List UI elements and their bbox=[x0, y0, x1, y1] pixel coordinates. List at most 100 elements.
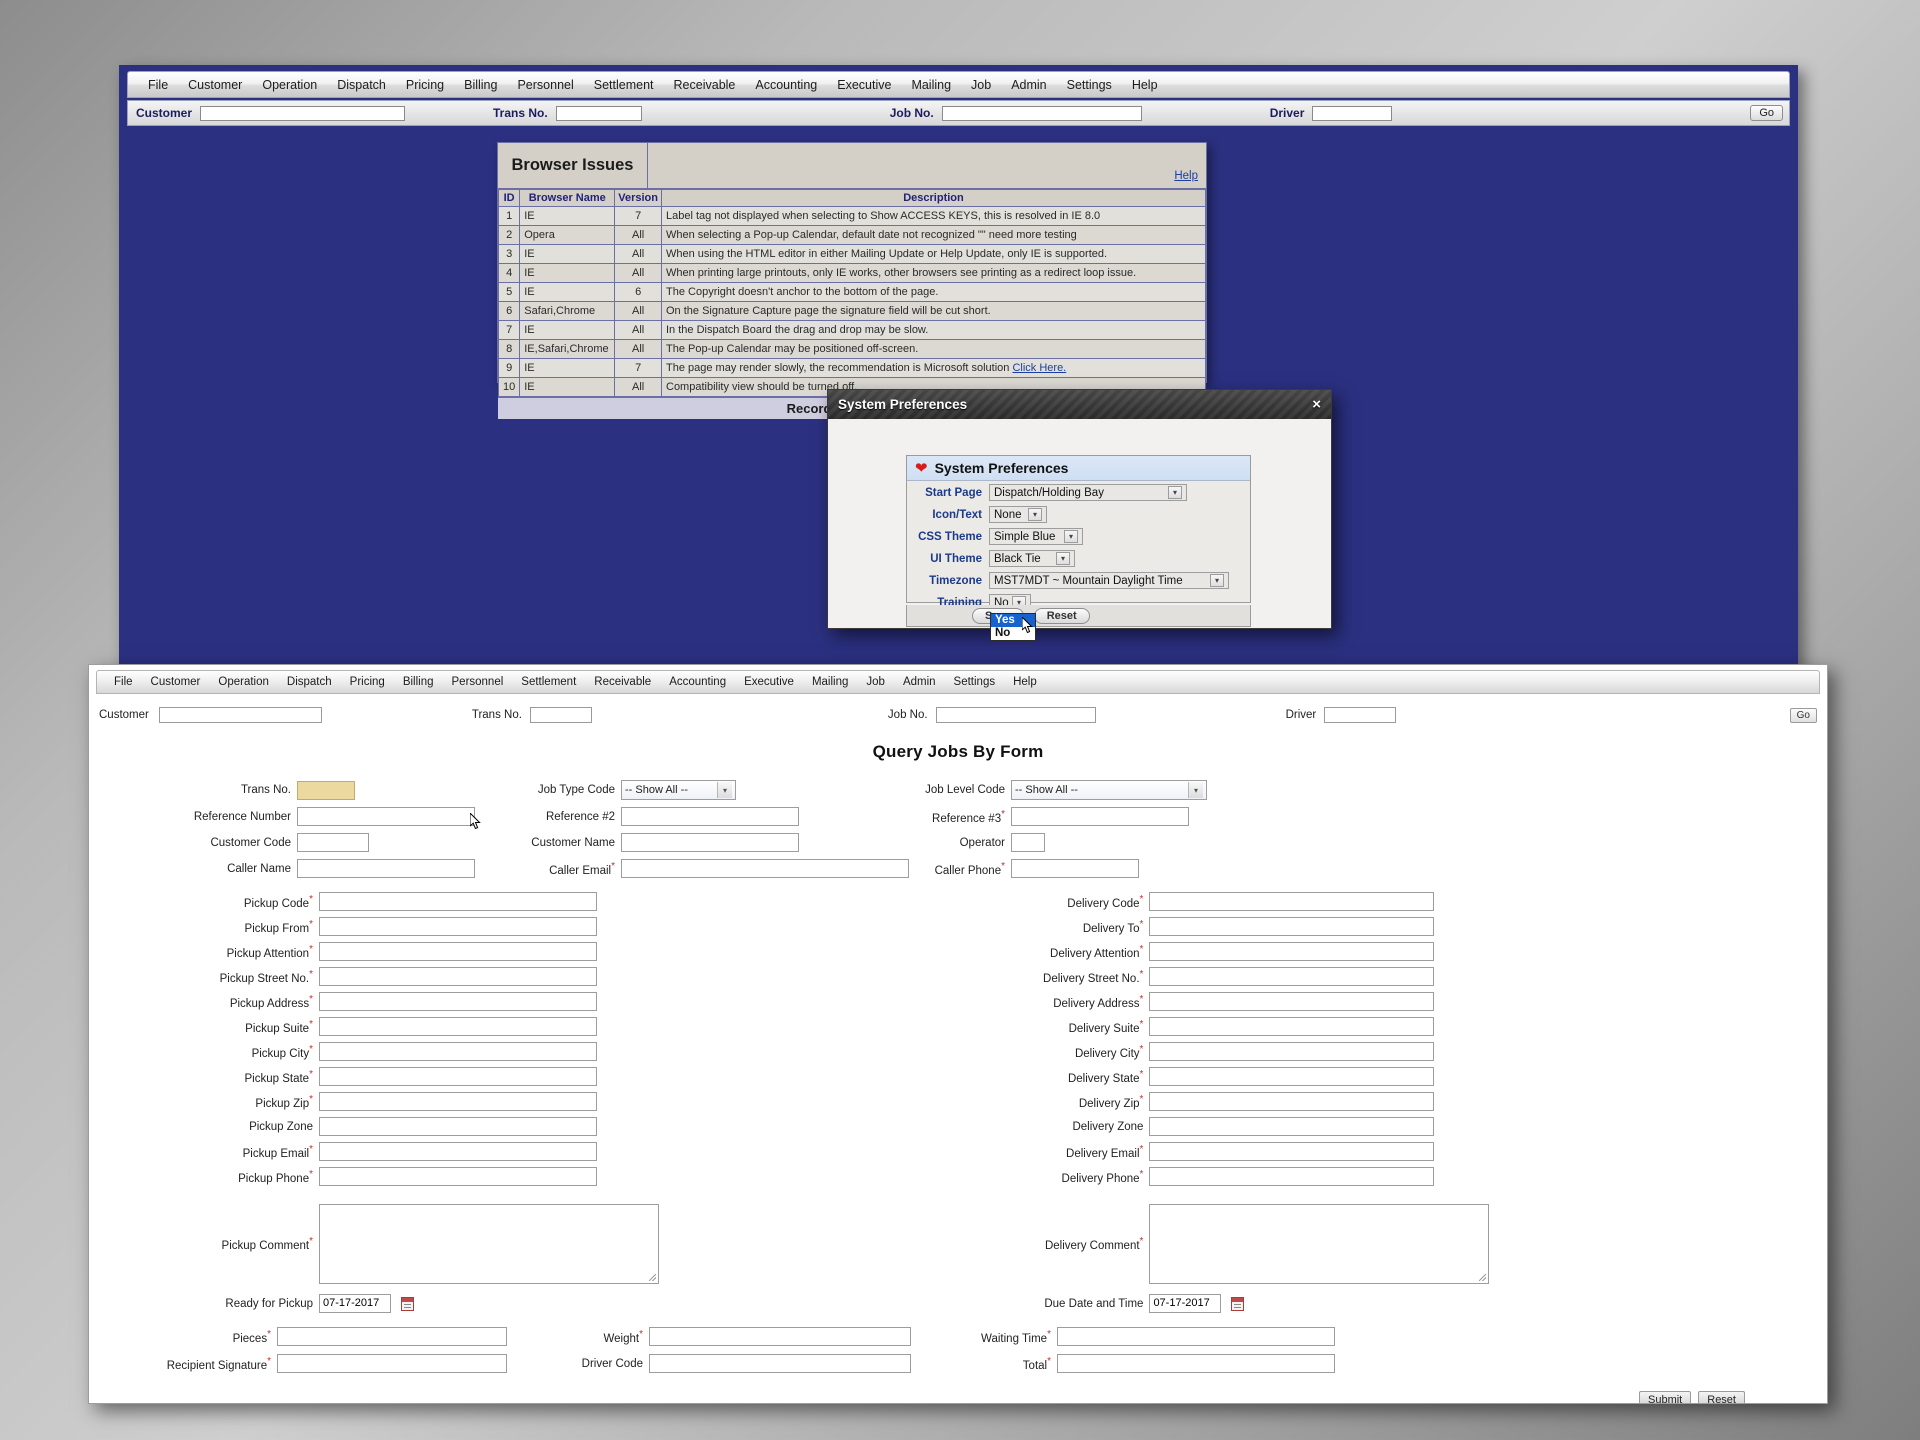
front-quick-search-toolbar[interactable]: Customer Trans No. Job No. Driver Go bbox=[89, 702, 1827, 728]
menu-item-personnel[interactable]: Personnel bbox=[507, 75, 583, 95]
input-trans-no[interactable] bbox=[297, 780, 355, 800]
input-pickup-code[interactable] bbox=[319, 892, 597, 911]
menu-item-file[interactable]: File bbox=[105, 674, 142, 690]
input-operator[interactable] bbox=[1011, 833, 1045, 852]
input-delivery-to[interactable] bbox=[1149, 917, 1435, 936]
menu-item-mailing[interactable]: Mailing bbox=[901, 75, 961, 95]
calendar-icon[interactable] bbox=[401, 1296, 414, 1311]
driver-input[interactable] bbox=[1312, 105, 1393, 121]
trans-no-input[interactable] bbox=[555, 105, 642, 121]
training-option-no[interactable]: No bbox=[991, 627, 1035, 640]
input-delivery-zip[interactable] bbox=[1149, 1092, 1435, 1111]
input-pickup-zone[interactable] bbox=[319, 1117, 597, 1136]
input-caller-email[interactable] bbox=[621, 859, 909, 878]
menu-item-receivable[interactable]: Receivable bbox=[664, 75, 746, 95]
input-reference-number[interactable] bbox=[297, 807, 475, 826]
menu-item-operation[interactable]: Operation bbox=[209, 674, 278, 690]
input-reference-3[interactable] bbox=[1011, 807, 1189, 826]
menu-item-help[interactable]: Help bbox=[1122, 75, 1168, 95]
chevron-down-icon[interactable]: ▾ bbox=[1056, 552, 1070, 565]
menu-item-operation[interactable]: Operation bbox=[252, 75, 327, 95]
front-trans-no-input[interactable] bbox=[529, 707, 592, 723]
menu-item-billing[interactable]: Billing bbox=[454, 75, 507, 95]
front-go-button[interactable]: Go bbox=[1789, 707, 1817, 723]
input-delivery-suite[interactable] bbox=[1149, 1017, 1435, 1036]
pref-select-start-page[interactable]: Dispatch/Holding Bay ▾ bbox=[989, 484, 1187, 501]
input-delivery-code[interactable] bbox=[1149, 892, 1435, 911]
input-pickup-attention[interactable] bbox=[319, 942, 597, 961]
table-row[interactable]: 7 IE All In the Dispatch Board the drag and… bbox=[497, 320, 1206, 340]
reset-button[interactable]: Reset bbox=[1033, 607, 1090, 624]
menu-item-mailing[interactable]: Mailing bbox=[803, 674, 857, 690]
input-recipient-signature[interactable] bbox=[277, 1354, 507, 1373]
input-waiting-time[interactable] bbox=[1057, 1327, 1335, 1346]
chevron-down-icon[interactable]: ▾ bbox=[1188, 782, 1203, 798]
input-pickup-phone[interactable] bbox=[319, 1167, 597, 1186]
menu-item-executive[interactable]: Executive bbox=[827, 75, 901, 95]
input-caller-name[interactable] bbox=[297, 859, 475, 878]
chevron-down-icon[interactable]: ▾ bbox=[717, 782, 732, 798]
menu-item-receivable[interactable]: Receivable bbox=[585, 674, 660, 690]
input-reference-2[interactable] bbox=[621, 807, 799, 826]
input-delivery-state[interactable] bbox=[1149, 1067, 1435, 1086]
input-pickup-from[interactable] bbox=[319, 917, 597, 936]
menu-item-pricing[interactable]: Pricing bbox=[341, 674, 394, 690]
textarea-delivery-comment[interactable] bbox=[1149, 1204, 1490, 1284]
input-delivery-email[interactable] bbox=[1149, 1142, 1435, 1161]
menu-item-executive[interactable]: Executive bbox=[735, 674, 803, 690]
table-row[interactable]: 8 IE,Safari,Chrome All The Pop-up Calendar … bbox=[497, 339, 1206, 359]
training-dropdown-list[interactable]: Yes No bbox=[990, 613, 1036, 641]
select-job-level-code[interactable]: -- Show All -- ▾ bbox=[1011, 780, 1207, 800]
front-job-no-input[interactable] bbox=[935, 707, 1096, 723]
menu-item-pricing[interactable]: Pricing bbox=[396, 75, 454, 95]
reset-button-front[interactable]: Reset bbox=[1698, 1391, 1745, 1403]
input-delivery-street-no[interactable] bbox=[1149, 967, 1435, 986]
table-row[interactable]: 6 Safari,Chrome All On the Signature Captur… bbox=[497, 301, 1206, 321]
input-weight[interactable] bbox=[649, 1327, 911, 1346]
pref-select-timezone[interactable]: MST7MDT ~ Mountain Daylight Time ▾ bbox=[989, 572, 1229, 589]
training-option-yes[interactable]: Yes bbox=[991, 614, 1035, 627]
chevron-down-icon[interactable]: ▾ bbox=[1168, 486, 1182, 499]
input-customer-name[interactable] bbox=[621, 833, 799, 852]
menu-item-job[interactable]: Job bbox=[857, 674, 894, 690]
input-pickup-suite[interactable] bbox=[319, 1017, 597, 1036]
menu-item-accounting[interactable]: Accounting bbox=[745, 75, 827, 95]
input-pieces[interactable] bbox=[277, 1327, 507, 1346]
menu-item-accounting[interactable]: Accounting bbox=[660, 674, 735, 690]
click-here-link[interactable]: Click Here. bbox=[1012, 362, 1066, 374]
front-menubar[interactable]: File Customer Operation Dispatch Pricing Bill… bbox=[96, 670, 1820, 694]
input-pickup-state[interactable] bbox=[319, 1067, 597, 1086]
input-pickup-address[interactable] bbox=[319, 992, 597, 1011]
input-pickup-street-no[interactable] bbox=[319, 967, 597, 986]
menu-item-admin[interactable]: Admin bbox=[894, 674, 945, 690]
menu-item-dispatch[interactable]: Dispatch bbox=[327, 75, 396, 95]
menu-item-customer[interactable]: Customer bbox=[178, 75, 252, 95]
input-delivery-address[interactable] bbox=[1149, 992, 1435, 1011]
input-due-date-and-time[interactable]: 07-17-2017 bbox=[1149, 1294, 1222, 1313]
submit-button[interactable]: Submit bbox=[1639, 1391, 1692, 1403]
menu-item-settlement[interactable]: Settlement bbox=[512, 674, 585, 690]
menu-item-billing[interactable]: Billing bbox=[394, 674, 443, 690]
input-pickup-email[interactable] bbox=[319, 1142, 597, 1161]
table-row[interactable]: 2 Opera All When selecting a Pop-up Calenda… bbox=[497, 225, 1206, 245]
menu-item-settlement[interactable]: Settlement bbox=[584, 75, 664, 95]
input-pickup-zip[interactable] bbox=[319, 1092, 597, 1111]
input-driver-code[interactable] bbox=[649, 1354, 911, 1373]
close-icon[interactable]: × bbox=[1312, 397, 1321, 412]
front-driver-input[interactable] bbox=[1324, 707, 1397, 723]
help-link[interactable]: Help bbox=[1174, 170, 1198, 182]
input-total[interactable] bbox=[1057, 1354, 1335, 1373]
quick-search-toolbar[interactable]: Customer Trans No. Job No. Driver Go bbox=[127, 100, 1790, 126]
pref-select-ui-theme[interactable]: Black Tie ▾ bbox=[989, 550, 1075, 567]
table-row[interactable]: 4 IE All When printing large printouts, onl… bbox=[497, 263, 1206, 283]
table-row[interactable]: 1 IE 7 Label tag not displayed when selecti… bbox=[497, 206, 1206, 226]
menu-item-file[interactable]: File bbox=[138, 75, 178, 95]
go-button[interactable]: Go bbox=[1750, 105, 1783, 121]
menu-item-settings[interactable]: Settings bbox=[945, 674, 1005, 690]
input-customer-code[interactable] bbox=[297, 833, 369, 852]
menu-item-job[interactable]: Job bbox=[961, 75, 1001, 95]
job-no-input[interactable] bbox=[941, 105, 1142, 121]
menu-item-dispatch[interactable]: Dispatch bbox=[278, 674, 341, 690]
dialog-titlebar[interactable]: System Preferences × bbox=[828, 390, 1331, 419]
pref-select-icon-text[interactable]: None ▾ bbox=[989, 506, 1047, 523]
